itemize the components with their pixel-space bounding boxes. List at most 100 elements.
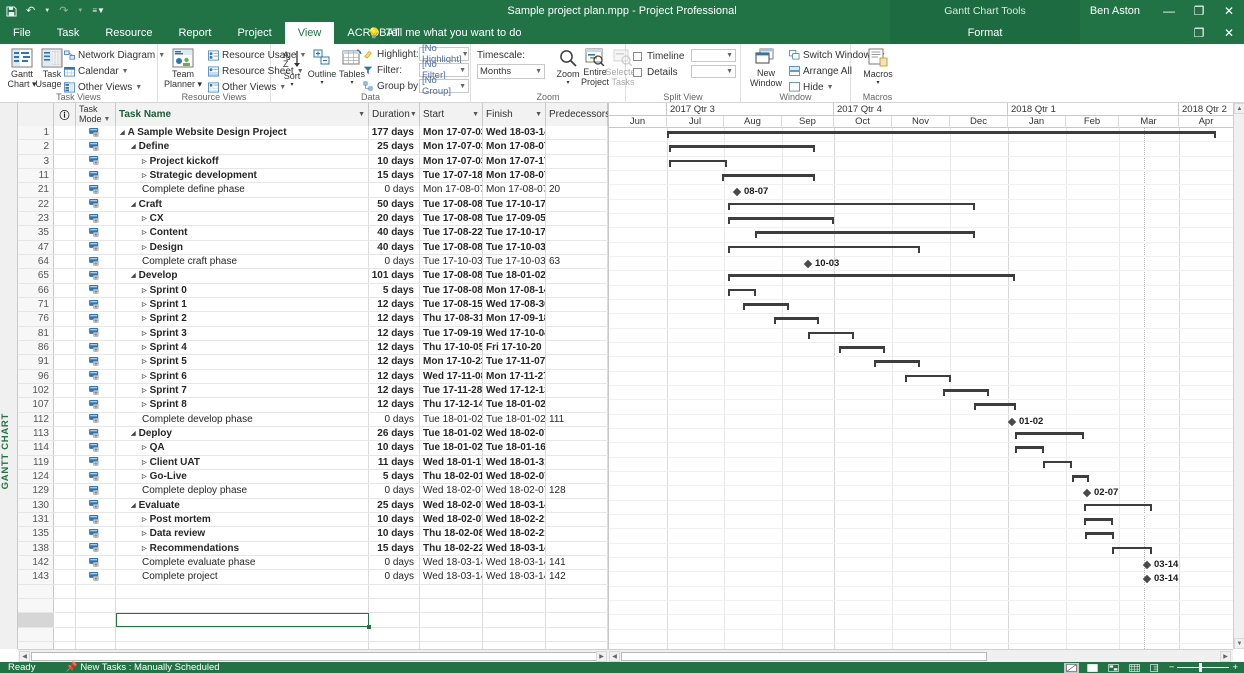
expand-triangle-icon[interactable]: ▷ — [142, 530, 147, 537]
task-predecessors-cell[interactable] — [546, 297, 608, 312]
row-id-cell[interactable]: 65 — [18, 269, 54, 283]
row-indicator-cell[interactable] — [54, 412, 76, 426]
table-row[interactable]: 71 ▷ Sprint 1 12 days Tue 17-08-15 Wed 17-08-… — [18, 297, 608, 313]
chart-horizontal-scrollbar[interactable]: ◀ ▶ — [608, 649, 1233, 662]
task-start-cell[interactable]: Wed 18-03-14 — [420, 570, 483, 584]
row-id-cell[interactable]: 143 — [18, 570, 54, 584]
task-predecessors-cell[interactable] — [546, 283, 608, 297]
task-start-cell[interactable]: Thu 17-12-14 — [420, 398, 483, 412]
user-account-name[interactable]: Ben Aston — [1090, 5, 1140, 17]
task-finish-cell[interactable]: Tue 17-09-05 — [483, 211, 546, 226]
task-predecessors-cell[interactable]: 142 — [546, 570, 608, 584]
scroll-left-arrow-icon[interactable]: ◀ — [19, 651, 30, 662]
task-mode-cell[interactable] — [76, 512, 116, 527]
task-mode-cell[interactable] — [76, 412, 116, 426]
empty-cell[interactable] — [76, 598, 116, 613]
timeline-checkbox[interactable] — [633, 51, 642, 61]
empty-cell[interactable] — [420, 627, 483, 641]
task-finish-cell[interactable]: Tue 17-10-03 — [483, 254, 546, 269]
column-header-predecessors[interactable]: Predecessors ▼ — [546, 103, 608, 126]
task-name-cell[interactable]: ▷ Sprint 7 — [116, 383, 369, 398]
gantt-summary-bar[interactable] — [722, 173, 815, 183]
row-header-selected[interactable] — [18, 612, 54, 627]
task-finish-cell[interactable]: Wed 17-10-04 — [483, 326, 546, 340]
view-bar[interactable]: GANTT CHART — [0, 103, 18, 649]
empty-cell[interactable] — [54, 627, 76, 641]
task-name-cell[interactable]: ▷ Recommendations — [116, 541, 369, 555]
row-id-cell[interactable]: 64 — [18, 254, 54, 269]
task-duration-cell[interactable]: 25 days — [369, 140, 420, 154]
task-predecessors-cell[interactable] — [546, 369, 608, 383]
column-header-indicator[interactable]: ⓘ — [54, 103, 76, 126]
row-indicator-cell[interactable] — [54, 527, 76, 541]
highlight-row[interactable]: Highlight: — [363, 47, 419, 61]
row-id-cell[interactable]: 2 — [18, 140, 54, 154]
row-id-cell[interactable]: 76 — [18, 312, 54, 326]
undo-icon[interactable]: ↶ — [26, 5, 35, 17]
chevron-down-icon[interactable]: ▼ — [135, 84, 142, 91]
task-predecessors-cell[interactable] — [546, 498, 608, 512]
task-name-cell[interactable]: Complete craft phase — [116, 254, 369, 269]
gantt-summary-bar[interactable] — [728, 216, 834, 226]
task-duration-cell[interactable]: 12 days — [369, 383, 420, 398]
task-name-cell[interactable]: ▷ Design — [116, 240, 369, 254]
task-start-cell[interactable]: Wed 18-02-07 — [420, 498, 483, 512]
task-mode-cell[interactable] — [76, 527, 116, 541]
group-by-dropdown[interactable]: [No Group] ▼ — [419, 75, 469, 97]
task-start-cell[interactable]: Tue 17-07-18 — [420, 168, 483, 183]
collapse-triangle-icon[interactable]: ◢ — [131, 502, 136, 509]
task-duration-cell[interactable]: 12 days — [369, 326, 420, 340]
table-row[interactable]: 119 ▷ Client UAT 11 days Wed 18-01-17 Wed 18-… — [18, 455, 608, 470]
expand-triangle-icon[interactable]: ▷ — [142, 401, 147, 408]
task-duration-cell[interactable]: 12 days — [369, 398, 420, 412]
task-predecessors-cell[interactable] — [546, 527, 608, 541]
task-mode-cell[interactable] — [76, 426, 116, 441]
task-finish-cell[interactable]: Mon 17-07-17 — [483, 154, 546, 168]
gantt-summary-bar[interactable] — [1085, 532, 1114, 541]
row-indicator-cell[interactable] — [54, 126, 76, 140]
task-predecessors-cell[interactable] — [546, 512, 608, 527]
gantt-summary-bar[interactable] — [905, 374, 951, 384]
row-indicator-cell[interactable] — [54, 269, 76, 283]
table-row[interactable]: 65 ◢ Develop 101 days Tue 17-08-08 Tue 18-01-… — [18, 269, 608, 284]
row-indicator-cell[interactable] — [54, 541, 76, 555]
task-mode-cell[interactable] — [76, 154, 116, 168]
row-id-cell[interactable]: 66 — [18, 283, 54, 297]
empty-cell[interactable] — [483, 613, 546, 627]
task-name-cell[interactable]: ▷ Sprint 4 — [116, 340, 369, 355]
row-id-cell[interactable]: 71 — [18, 297, 54, 312]
task-predecessors-cell[interactable] — [546, 541, 608, 555]
task-duration-cell[interactable]: 0 days — [369, 254, 420, 269]
task-mode-cell[interactable] — [76, 498, 116, 512]
empty-cell[interactable] — [54, 613, 76, 627]
restore-button[interactable]: ❐ — [1184, 0, 1214, 22]
expand-triangle-icon[interactable]: ▷ — [142, 373, 147, 380]
task-start-cell[interactable]: Wed 18-02-07 — [420, 512, 483, 527]
task-start-cell[interactable]: Tue 17-08-08 — [420, 240, 483, 254]
table-row[interactable]: 81 ▷ Sprint 3 12 days Tue 17-09-19 Wed 17-10-… — [18, 326, 608, 341]
collapse-triangle-icon[interactable]: ◢ — [120, 129, 125, 136]
task-duration-cell[interactable]: 0 days — [369, 183, 420, 197]
task-finish-cell[interactable]: Tue 18-01-02 — [483, 269, 546, 283]
row-indicator-cell[interactable] — [54, 211, 76, 226]
row-indicator-cell[interactable] — [54, 369, 76, 383]
column-header-task-mode[interactable]: Task Mode ▼ — [76, 103, 116, 126]
empty-cell[interactable] — [546, 613, 608, 627]
empty-cell[interactable] — [483, 627, 546, 641]
zoom-slider-track[interactable] — [1177, 663, 1230, 672]
empty-cell[interactable] — [116, 598, 369, 613]
network-diagram-button[interactable]: Network Diagram ▼ — [64, 48, 165, 62]
gantt-chart[interactable]: 2017 Qtr 3 2017 Qtr 4 2018 Qtr 1 2018 Qtr 2… — [608, 103, 1233, 649]
empty-cell[interactable] — [369, 613, 420, 627]
task-start-cell[interactable]: Tue 17-10-03 — [420, 254, 483, 269]
empty-table-row[interactable] — [18, 641, 608, 649]
task-finish-cell[interactable]: Wed 18-02-07 — [483, 484, 546, 498]
task-finish-cell[interactable]: Wed 18-02-07 — [483, 469, 546, 484]
task-mode-cell[interactable] — [76, 283, 116, 297]
row-id-cell[interactable]: 35 — [18, 226, 54, 240]
task-finish-cell[interactable]: Wed 18-01-31 — [483, 455, 546, 469]
task-name-cell[interactable]: ▷ CX — [116, 211, 369, 226]
task-mode-cell[interactable] — [76, 126, 116, 140]
tab-file[interactable]: File — [0, 22, 44, 44]
task-finish-cell[interactable]: Wed 18-02-21 — [483, 527, 546, 541]
